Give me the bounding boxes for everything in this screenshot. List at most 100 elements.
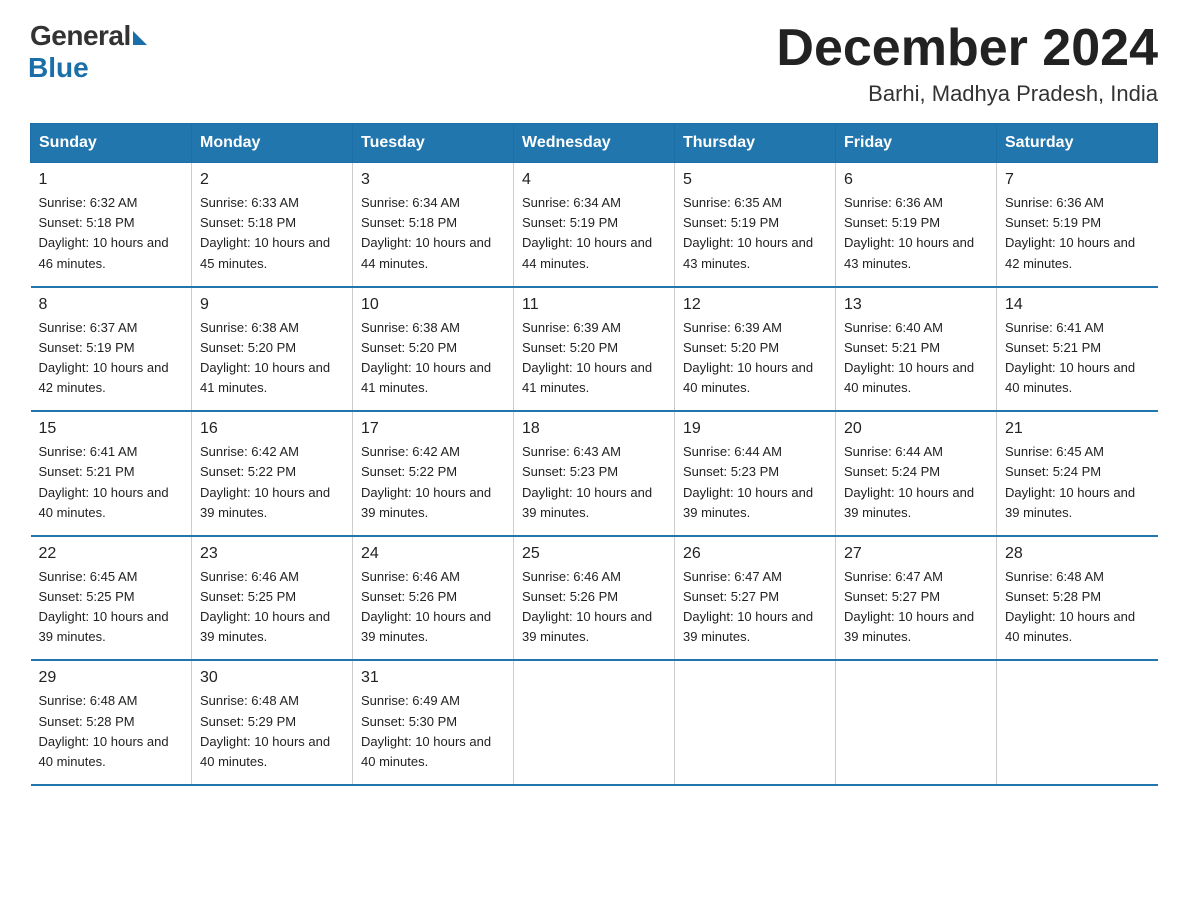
calendar-cell: 28 Sunrise: 6:48 AMSunset: 5:28 PMDayligh…	[997, 536, 1158, 661]
calendar-cell: 30 Sunrise: 6:48 AMSunset: 5:29 PMDayligh…	[192, 660, 353, 785]
column-header-saturday: Saturday	[997, 124, 1158, 163]
calendar-cell: 25 Sunrise: 6:46 AMSunset: 5:26 PMDayligh…	[514, 536, 675, 661]
day-detail: Sunrise: 6:48 AMSunset: 5:28 PMDaylight:…	[1005, 567, 1150, 648]
logo-arrow-icon	[133, 31, 147, 45]
day-number: 4	[522, 171, 666, 189]
day-number: 7	[1005, 171, 1150, 189]
calendar-week-row: 1 Sunrise: 6:32 AMSunset: 5:18 PMDaylight…	[31, 163, 1158, 287]
logo-general-text: General	[30, 20, 131, 52]
day-detail: Sunrise: 6:48 AMSunset: 5:29 PMDaylight:…	[200, 691, 344, 772]
calendar-cell: 6 Sunrise: 6:36 AMSunset: 5:19 PMDaylight…	[836, 163, 997, 287]
day-number: 26	[683, 545, 827, 563]
day-number: 9	[200, 296, 344, 314]
calendar-cell	[514, 660, 675, 785]
calendar-week-row: 29Sunrise: 6:48 AMSunset: 5:28 PMDayligh…	[31, 660, 1158, 785]
calendar-cell: 31 Sunrise: 6:49 AMSunset: 5:30 PMDayligh…	[353, 660, 514, 785]
calendar-cell: 3Sunrise: 6:34 AMSunset: 5:18 PMDaylight…	[353, 163, 514, 287]
day-detail: Sunrise: 6:38 AMSunset: 5:20 PMDaylight:…	[200, 318, 344, 399]
day-number: 2	[200, 171, 344, 189]
column-header-friday: Friday	[836, 124, 997, 163]
day-number: 22	[39, 545, 184, 563]
calendar-cell: 8Sunrise: 6:37 AMSunset: 5:19 PMDaylight…	[31, 287, 192, 412]
calendar-cell: 29Sunrise: 6:48 AMSunset: 5:28 PMDayligh…	[31, 660, 192, 785]
calendar-cell: 9 Sunrise: 6:38 AMSunset: 5:20 PMDaylight…	[192, 287, 353, 412]
calendar-cell: 19 Sunrise: 6:44 AMSunset: 5:23 PMDayligh…	[675, 411, 836, 536]
month-title: December 2024	[776, 20, 1158, 77]
calendar-cell: 23 Sunrise: 6:46 AMSunset: 5:25 PMDayligh…	[192, 536, 353, 661]
title-area: December 2024 Barhi, Madhya Pradesh, Ind…	[776, 20, 1158, 107]
day-number: 29	[39, 669, 184, 687]
day-detail: Sunrise: 6:47 AMSunset: 5:27 PMDaylight:…	[683, 567, 827, 648]
day-number: 11	[522, 296, 666, 314]
day-detail: Sunrise: 6:44 AMSunset: 5:23 PMDaylight:…	[683, 442, 827, 523]
day-number: 18	[522, 420, 666, 438]
day-detail: Sunrise: 6:40 AMSunset: 5:21 PMDaylight:…	[844, 318, 988, 399]
day-number: 15	[39, 420, 184, 438]
day-detail: Sunrise: 6:37 AMSunset: 5:19 PMDaylight:…	[39, 318, 184, 399]
location-title: Barhi, Madhya Pradesh, India	[776, 81, 1158, 107]
calendar-cell	[997, 660, 1158, 785]
day-number: 30	[200, 669, 344, 687]
calendar-cell: 17 Sunrise: 6:42 AMSunset: 5:22 PMDayligh…	[353, 411, 514, 536]
day-number: 20	[844, 420, 988, 438]
day-number: 27	[844, 545, 988, 563]
day-detail: Sunrise: 6:36 AMSunset: 5:19 PMDaylight:…	[844, 193, 988, 274]
calendar-cell: 14 Sunrise: 6:41 AMSunset: 5:21 PMDayligh…	[997, 287, 1158, 412]
day-detail: Sunrise: 6:46 AMSunset: 5:25 PMDaylight:…	[200, 567, 344, 648]
column-header-tuesday: Tuesday	[353, 124, 514, 163]
day-number: 31	[361, 669, 505, 687]
day-detail: Sunrise: 6:45 AMSunset: 5:25 PMDaylight:…	[39, 567, 184, 648]
day-number: 23	[200, 545, 344, 563]
day-detail: Sunrise: 6:42 AMSunset: 5:22 PMDaylight:…	[200, 442, 344, 523]
day-detail: Sunrise: 6:32 AMSunset: 5:18 PMDaylight:…	[39, 193, 184, 274]
day-number: 6	[844, 171, 988, 189]
calendar-cell: 21 Sunrise: 6:45 AMSunset: 5:24 PMDayligh…	[997, 411, 1158, 536]
calendar-week-row: 15Sunrise: 6:41 AMSunset: 5:21 PMDayligh…	[31, 411, 1158, 536]
day-detail: Sunrise: 6:42 AMSunset: 5:22 PMDaylight:…	[361, 442, 505, 523]
day-detail: Sunrise: 6:39 AMSunset: 5:20 PMDaylight:…	[683, 318, 827, 399]
calendar-cell: 15Sunrise: 6:41 AMSunset: 5:21 PMDayligh…	[31, 411, 192, 536]
calendar-week-row: 22 Sunrise: 6:45 AMSunset: 5:25 PMDayligh…	[31, 536, 1158, 661]
calendar-cell: 22 Sunrise: 6:45 AMSunset: 5:25 PMDayligh…	[31, 536, 192, 661]
day-number: 21	[1005, 420, 1150, 438]
day-detail: Sunrise: 6:44 AMSunset: 5:24 PMDaylight:…	[844, 442, 988, 523]
day-detail: Sunrise: 6:38 AMSunset: 5:20 PMDaylight:…	[361, 318, 505, 399]
day-detail: Sunrise: 6:47 AMSunset: 5:27 PMDaylight:…	[844, 567, 988, 648]
calendar-cell: 4Sunrise: 6:34 AMSunset: 5:19 PMDaylight…	[514, 163, 675, 287]
day-number: 3	[361, 171, 505, 189]
logo: General Blue	[30, 20, 147, 84]
column-header-wednesday: Wednesday	[514, 124, 675, 163]
day-number: 28	[1005, 545, 1150, 563]
day-number: 12	[683, 296, 827, 314]
day-number: 16	[200, 420, 344, 438]
day-number: 14	[1005, 296, 1150, 314]
calendar-cell	[836, 660, 997, 785]
day-detail: Sunrise: 6:45 AMSunset: 5:24 PMDaylight:…	[1005, 442, 1150, 523]
logo-blue-text: Blue	[28, 52, 89, 84]
calendar-table: SundayMondayTuesdayWednesdayThursdayFrid…	[30, 123, 1158, 786]
day-number: 17	[361, 420, 505, 438]
day-detail: Sunrise: 6:36 AMSunset: 5:19 PMDaylight:…	[1005, 193, 1150, 274]
calendar-cell: 12 Sunrise: 6:39 AMSunset: 5:20 PMDayligh…	[675, 287, 836, 412]
day-number: 19	[683, 420, 827, 438]
calendar-cell: 16 Sunrise: 6:42 AMSunset: 5:22 PMDayligh…	[192, 411, 353, 536]
day-number: 24	[361, 545, 505, 563]
calendar-header-row: SundayMondayTuesdayWednesdayThursdayFrid…	[31, 124, 1158, 163]
calendar-cell	[675, 660, 836, 785]
calendar-cell: 27 Sunrise: 6:47 AMSunset: 5:27 PMDayligh…	[836, 536, 997, 661]
day-number: 1	[39, 171, 184, 189]
calendar-cell: 10Sunrise: 6:38 AMSunset: 5:20 PMDayligh…	[353, 287, 514, 412]
page-header: General Blue December 2024 Barhi, Madhya…	[30, 20, 1158, 107]
day-detail: Sunrise: 6:49 AMSunset: 5:30 PMDaylight:…	[361, 691, 505, 772]
day-detail: Sunrise: 6:46 AMSunset: 5:26 PMDaylight:…	[522, 567, 666, 648]
day-detail: Sunrise: 6:41 AMSunset: 5:21 PMDaylight:…	[1005, 318, 1150, 399]
calendar-cell: 5Sunrise: 6:35 AMSunset: 5:19 PMDaylight…	[675, 163, 836, 287]
calendar-cell: 2Sunrise: 6:33 AMSunset: 5:18 PMDaylight…	[192, 163, 353, 287]
day-number: 5	[683, 171, 827, 189]
column-header-sunday: Sunday	[31, 124, 192, 163]
calendar-cell: 20 Sunrise: 6:44 AMSunset: 5:24 PMDayligh…	[836, 411, 997, 536]
day-number: 25	[522, 545, 666, 563]
calendar-cell: 13Sunrise: 6:40 AMSunset: 5:21 PMDayligh…	[836, 287, 997, 412]
calendar-cell: 26 Sunrise: 6:47 AMSunset: 5:27 PMDayligh…	[675, 536, 836, 661]
day-detail: Sunrise: 6:39 AMSunset: 5:20 PMDaylight:…	[522, 318, 666, 399]
